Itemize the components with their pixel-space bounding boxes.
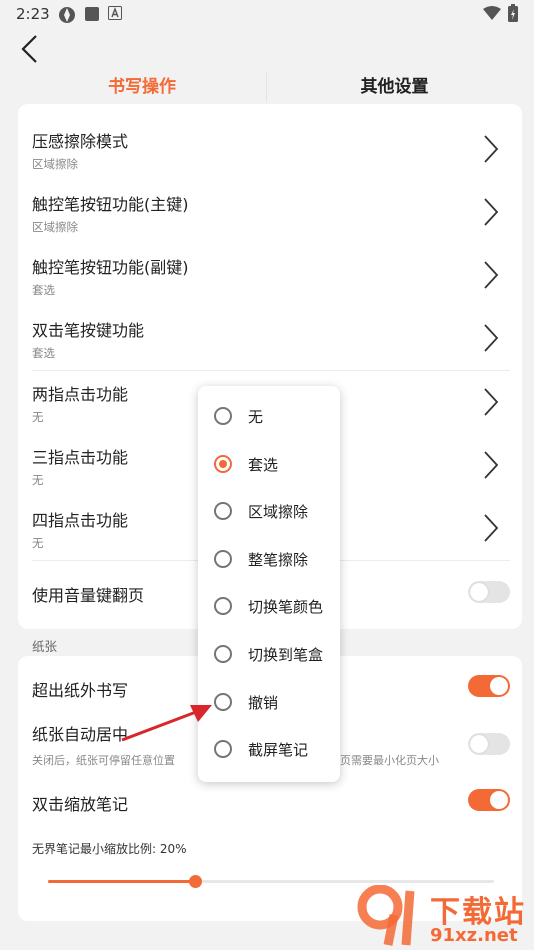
option-label: 撤销	[248, 694, 279, 712]
option-switch-to-pen-box[interactable]: 切换到笔盒	[198, 635, 340, 675]
auto-center-toggle[interactable]	[468, 733, 510, 755]
tab-bar: 书写操作 其他设置	[18, 72, 522, 104]
outside-writing-toggle[interactable]	[468, 675, 510, 697]
toggle-knob	[470, 583, 488, 601]
toggle-knob	[490, 791, 508, 809]
chevron-right-icon	[484, 198, 499, 226]
toggle-knob	[490, 677, 508, 695]
top-bar	[0, 28, 534, 72]
option-label: 区域擦除	[248, 503, 309, 521]
setting-title: 纸张自动居中	[32, 725, 129, 744]
chevron-right-icon	[484, 261, 499, 289]
setting-title: 触控笔按钮功能(副键)	[32, 258, 189, 277]
setting-title: 超出纸外书写	[32, 681, 129, 700]
min-zoom-slider[interactable]	[48, 875, 494, 888]
double-tap-zoom-toggle[interactable]	[468, 789, 510, 811]
min-zoom-label: 无界笔记最小缩放比例: 20%	[32, 842, 187, 856]
option-label: 切换笔颜色	[248, 598, 324, 616]
app-notification-icon	[59, 7, 75, 23]
setting-double-tap-pen-button[interactable]: 双击笔按键功能 套选	[18, 294, 522, 370]
setting-title: 双击缩放笔记	[32, 795, 129, 814]
auto-center-description: 关闭后，纸张可停留任意位置	[32, 754, 175, 767]
volume-page-toggle[interactable]	[468, 581, 510, 603]
square-notification-icon	[85, 7, 99, 21]
watermark-91-logo-icon	[357, 885, 415, 946]
radio-button	[214, 597, 232, 615]
option-lasso[interactable]: 套选	[198, 445, 340, 485]
function-options-popup: 无 套选 区域擦除 整笔擦除 切换笔颜色 切换到笔盒 撤销 截屏笔记	[198, 386, 340, 782]
setting-title: 两指点击功能	[32, 385, 129, 404]
option-label: 切换到笔盒	[248, 646, 324, 664]
option-stroke-erase[interactable]: 整笔擦除	[198, 540, 340, 580]
text-notification-icon	[108, 6, 122, 20]
radio-button	[214, 550, 232, 568]
option-area-erase[interactable]: 区域擦除	[198, 492, 340, 532]
setting-value: 套选	[32, 346, 55, 360]
option-label: 无	[248, 408, 264, 426]
setting-stylus-secondary-button[interactable]: 触控笔按钮功能(副键) 套选	[18, 231, 522, 297]
radio-button	[214, 645, 232, 663]
chevron-right-icon	[484, 324, 499, 352]
setting-value: 无	[32, 536, 44, 550]
radio-button	[214, 455, 232, 473]
option-undo[interactable]: 撤销	[198, 683, 340, 723]
setting-title: 三指点击功能	[32, 448, 129, 467]
slider-fill	[48, 880, 196, 883]
wifi-icon	[483, 6, 501, 20]
setting-title: 触控笔按钮功能(主键)	[32, 195, 189, 214]
radio-button	[214, 407, 232, 425]
toggle-knob	[470, 735, 488, 753]
watermark-domain: 91xz.net	[430, 925, 518, 946]
status-time: 2:23	[16, 5, 50, 23]
tab-other-settings[interactable]: 其他设置	[267, 72, 522, 102]
auto-center-description-end: 页需要最小化页大小	[340, 754, 439, 767]
slider-thumb[interactable]	[189, 875, 203, 888]
setting-stylus-primary-button[interactable]: 触控笔按钮功能(主键) 区域擦除	[18, 168, 522, 234]
watermark-logo: 下载站 91xz.net	[350, 885, 532, 947]
setting-double-tap-zoom: 双击缩放笔记	[18, 774, 522, 830]
setting-title: 压感擦除模式	[32, 132, 129, 151]
radio-button	[214, 502, 232, 520]
battery-icon	[508, 4, 518, 22]
option-label: 截屏笔记	[248, 741, 309, 759]
tab-writing-operations[interactable]: 书写操作	[18, 72, 266, 102]
setting-value: 无	[32, 473, 44, 487]
setting-title: 四指点击功能	[32, 511, 129, 530]
setting-value: 无	[32, 410, 44, 424]
chevron-right-icon	[484, 388, 499, 416]
setting-title: 双击笔按键功能	[32, 321, 145, 340]
chevron-right-icon	[484, 451, 499, 479]
back-arrow-icon[interactable]	[14, 32, 48, 66]
paper-section-label: 纸张	[32, 639, 58, 654]
status-bar: 2:23	[0, 0, 534, 28]
option-label: 套选	[248, 456, 279, 474]
option-switch-pen-color[interactable]: 切换笔颜色	[198, 587, 340, 627]
option-label: 整笔擦除	[248, 551, 309, 569]
chevron-right-icon	[484, 135, 499, 163]
setting-title: 使用音量键翻页	[32, 586, 145, 605]
option-none[interactable]: 无	[198, 397, 340, 437]
chevron-right-icon	[484, 514, 499, 542]
annotation-arrow-icon	[121, 705, 212, 742]
option-screenshot-note[interactable]: 截屏笔记	[198, 730, 340, 770]
setting-pressure-erase-mode[interactable]: 压感擦除模式 区域擦除	[18, 104, 522, 171]
